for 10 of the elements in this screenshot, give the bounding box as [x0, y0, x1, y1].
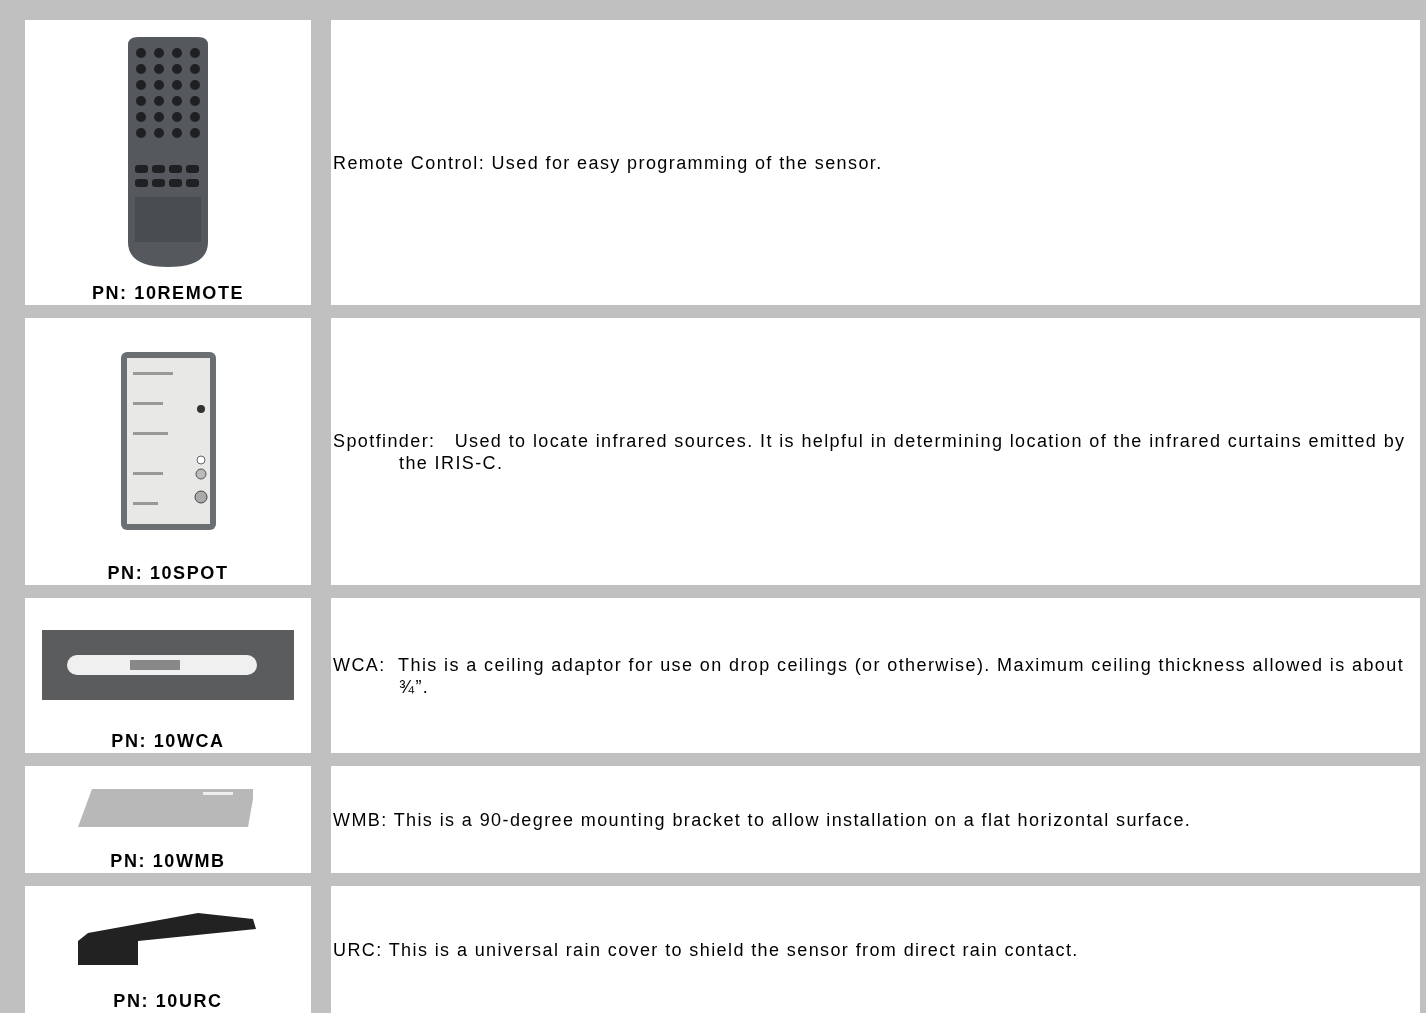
part-number: PN: 10REMOTE: [91, 283, 245, 303]
part-number: PN: 10WCA: [111, 731, 225, 751]
product-description: Remote Control: Used for easy programming of the sensor.: [333, 151, 883, 174]
product-description: WCA: This is a ceiling adaptor for use on drop ceilings (or otherwise). Maximum ceiling thickness allowed is about ¾”.: [333, 653, 1406, 698]
part-number: PN: 10URC: [113, 991, 223, 1011]
part-number: PN: 10SPOT: [107, 563, 229, 583]
product-description: WMB: This is a 90-degree mounting bracket to allow installation on a flat horizontal surface.: [333, 808, 1192, 831]
product-description: Spotfinder: Used to locate infrared sources. It is helpful in determining location of the infrared curtains emitted by the IRIS-C.: [333, 429, 1406, 474]
product-description: URC: This is a universal rain cover to shield the sensor from direct rain contact.: [333, 938, 1079, 961]
part-number: PN: 10WMB: [110, 851, 226, 871]
